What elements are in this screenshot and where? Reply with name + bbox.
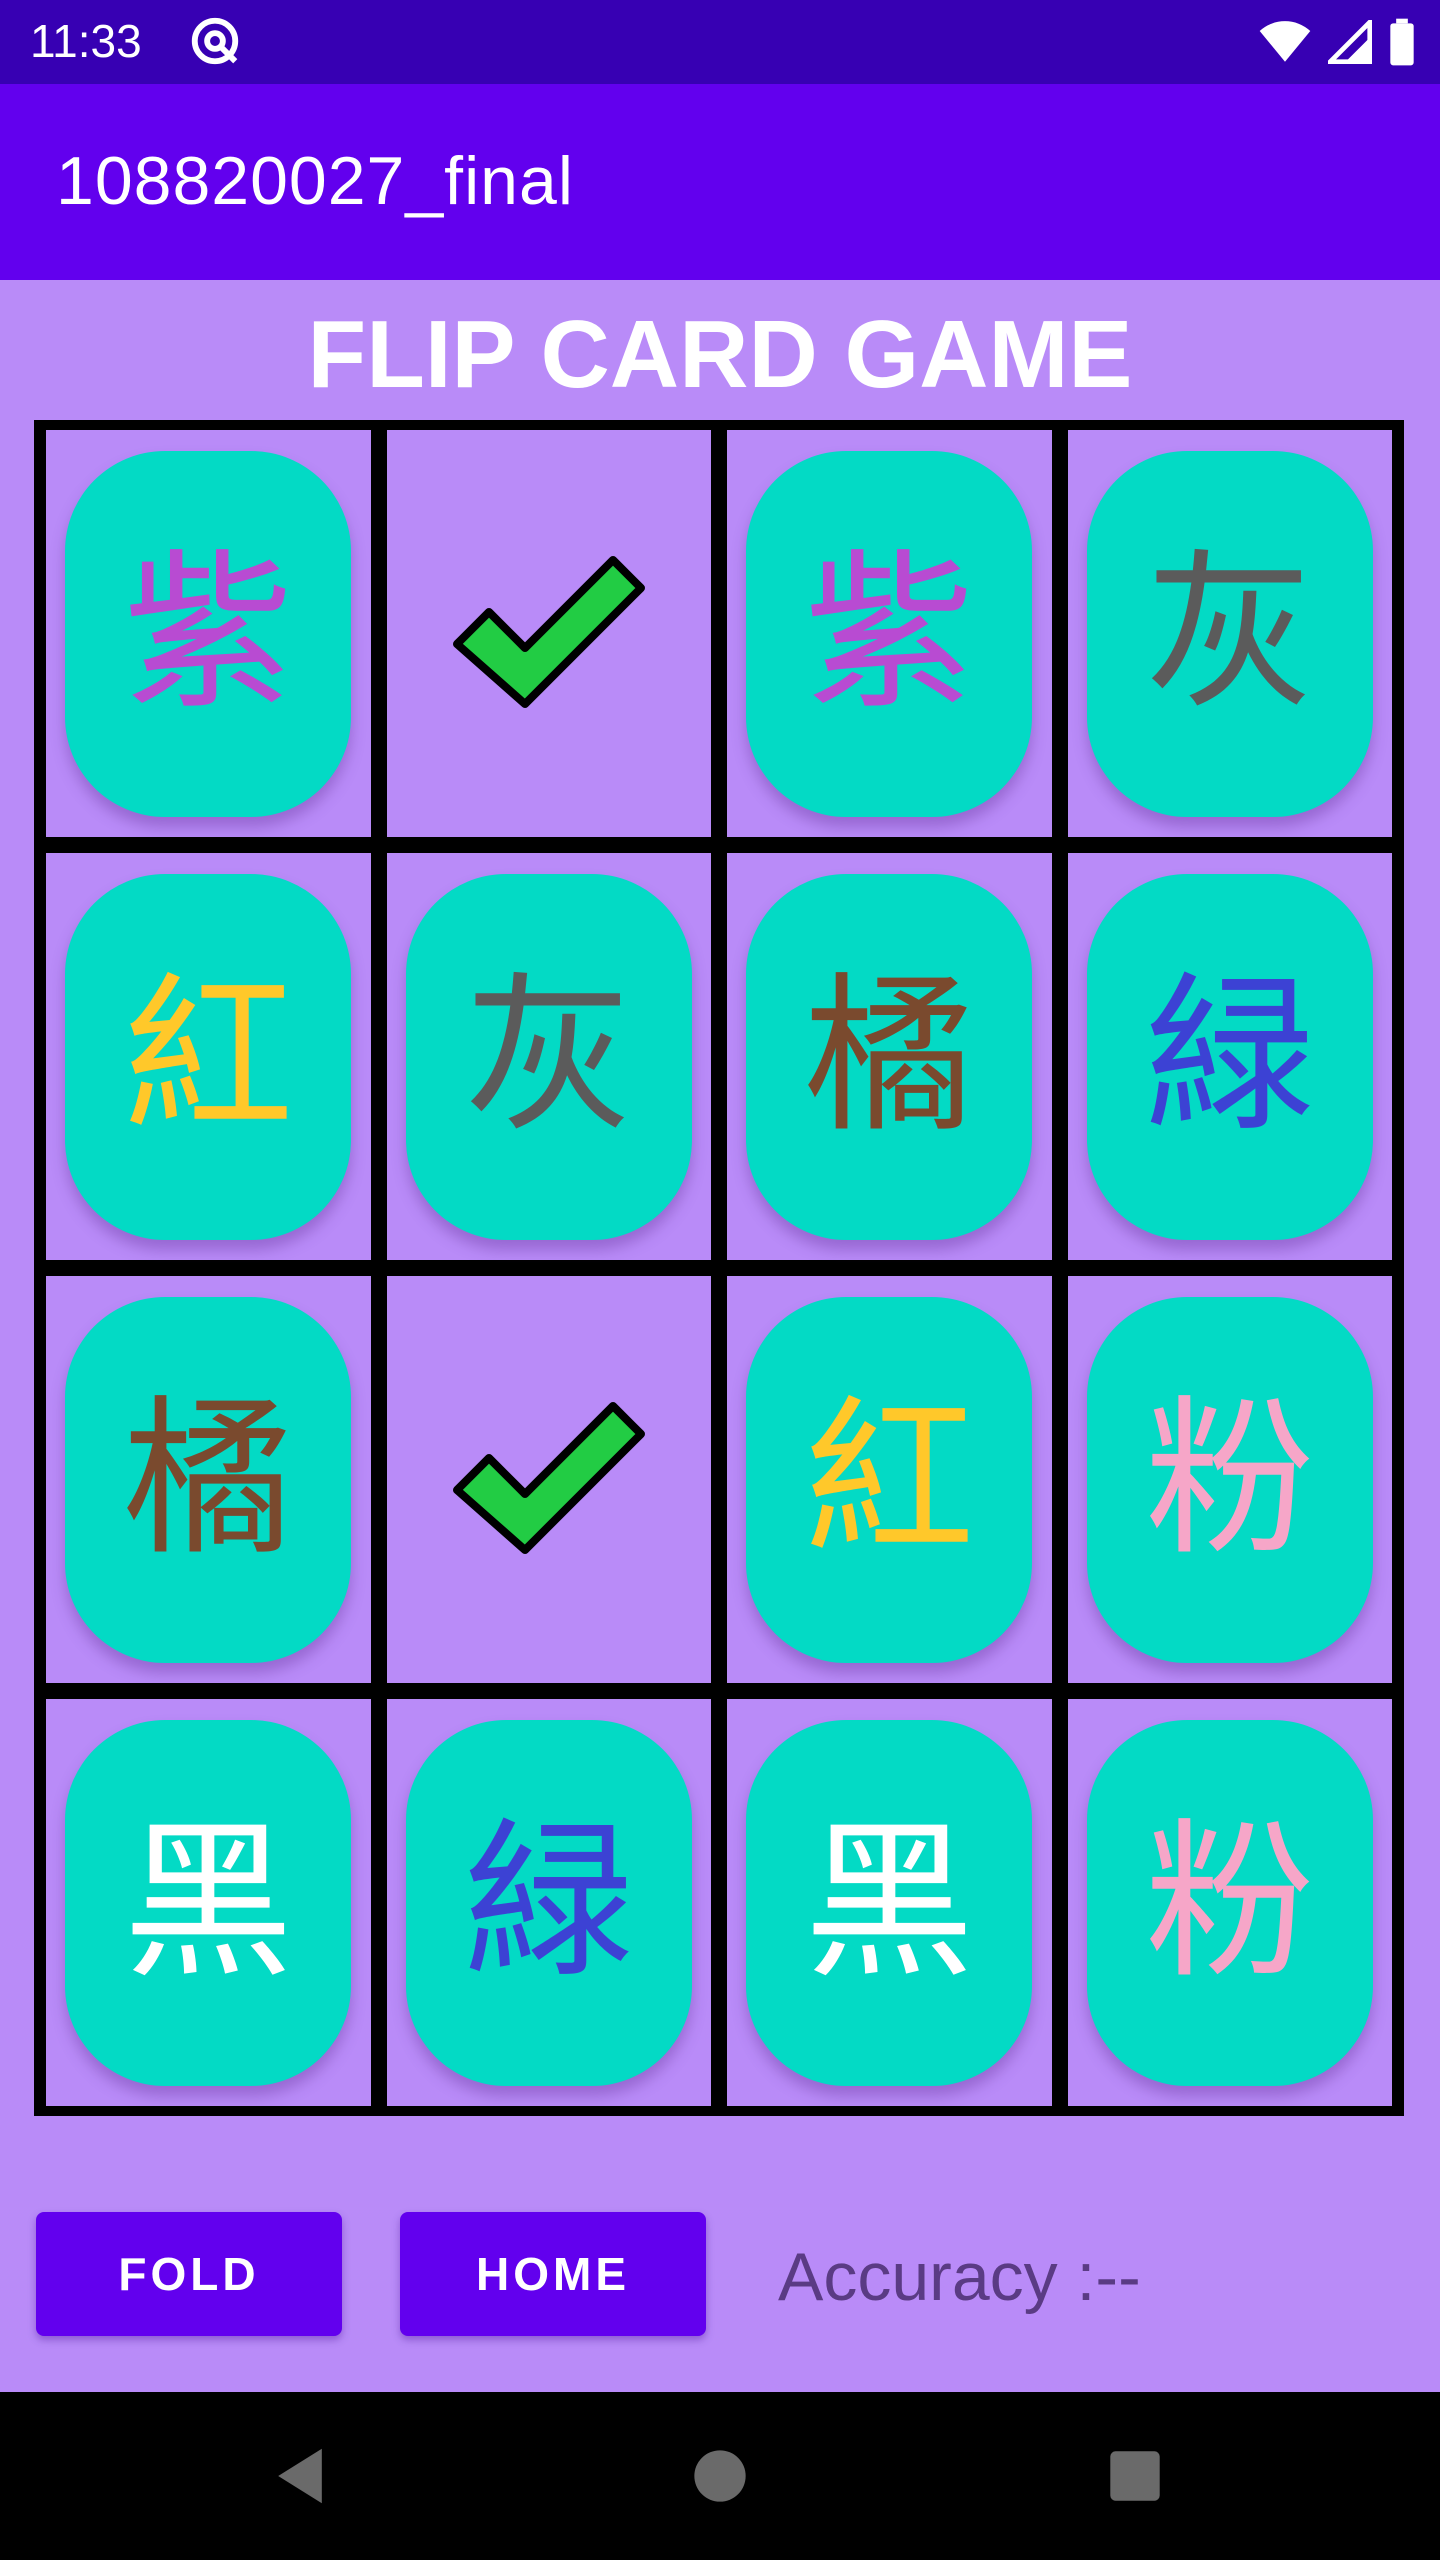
flip-card[interactable]: 緑 (1086, 873, 1373, 1240)
grid-cell: 灰 (1067, 430, 1392, 837)
grid-cell: 黑 (727, 1699, 1052, 2106)
status-time: 11:33 (30, 15, 142, 67)
flip-card[interactable]: 粉 (1086, 1296, 1373, 1663)
home-nav-button[interactable] (670, 2392, 770, 2560)
flip-card[interactable]: 黑 (746, 1719, 1033, 2086)
flip-card[interactable]: 灰 (405, 873, 692, 1240)
status-bar: 11:33 (0, 0, 1440, 84)
grid-cell: 紅 (727, 1276, 1052, 1683)
grid-cell: 黑 (46, 1699, 371, 2106)
home-button[interactable]: HOME (400, 2212, 706, 2336)
flip-card[interactable]: 黑 (65, 1719, 352, 2086)
app-title: 108820027_final (56, 143, 574, 219)
signal-icon (1328, 20, 1372, 64)
grid-cell (386, 430, 711, 837)
recents-button[interactable] (1085, 2392, 1185, 2560)
app-bar: 108820027_final (0, 84, 1440, 280)
fold-button[interactable]: FOLD (36, 2212, 342, 2336)
back-icon (278, 2448, 322, 2504)
battery-icon (1390, 18, 1414, 66)
check-icon (452, 555, 645, 708)
check-icon (452, 1401, 645, 1554)
game-title: FLIP CARD GAME (307, 301, 1133, 408)
recents-square-icon (1110, 2451, 1160, 2501)
flip-card[interactable]: 紅 (746, 1296, 1033, 1663)
flip-card[interactable]: 粉 (1086, 1719, 1373, 2086)
status-icons (1258, 18, 1416, 66)
grid-cell: 橘 (46, 1276, 371, 1683)
accuracy-text: Accuracy :-- (778, 2239, 1141, 2315)
flip-card[interactable]: 緑 (405, 1719, 692, 2086)
card-grid: 紫紫灰紅灰橘緑橘紅粉黑緑黑粉 (34, 420, 1404, 2116)
home-circle-icon (694, 2450, 746, 2502)
grid-cell: 緑 (386, 1699, 711, 2106)
grid-cell: 緑 (1067, 853, 1392, 1260)
grid-cell: 紅 (46, 853, 371, 1260)
grid-cell: 橘 (727, 853, 1052, 1260)
grid-cell: 粉 (1067, 1276, 1392, 1683)
flip-card[interactable]: 紫 (746, 450, 1033, 817)
flip-card[interactable]: 灰 (1086, 450, 1373, 817)
back-button[interactable] (250, 2392, 350, 2560)
grid-cell (386, 1276, 711, 1683)
grid-cell: 粉 (1067, 1699, 1392, 2106)
grid-cell: 紫 (46, 430, 371, 837)
flip-card[interactable]: 橘 (65, 1296, 352, 1663)
navigation-bar (0, 2392, 1440, 2560)
flip-card[interactable]: 紅 (65, 873, 352, 1240)
grid-cell: 紫 (727, 430, 1052, 837)
wifi-icon (1259, 21, 1311, 62)
at-sign-icon (191, 17, 239, 65)
flip-card[interactable]: 橘 (746, 873, 1033, 1240)
grid-cell: 灰 (386, 853, 711, 1260)
flip-card[interactable]: 紫 (65, 450, 352, 817)
